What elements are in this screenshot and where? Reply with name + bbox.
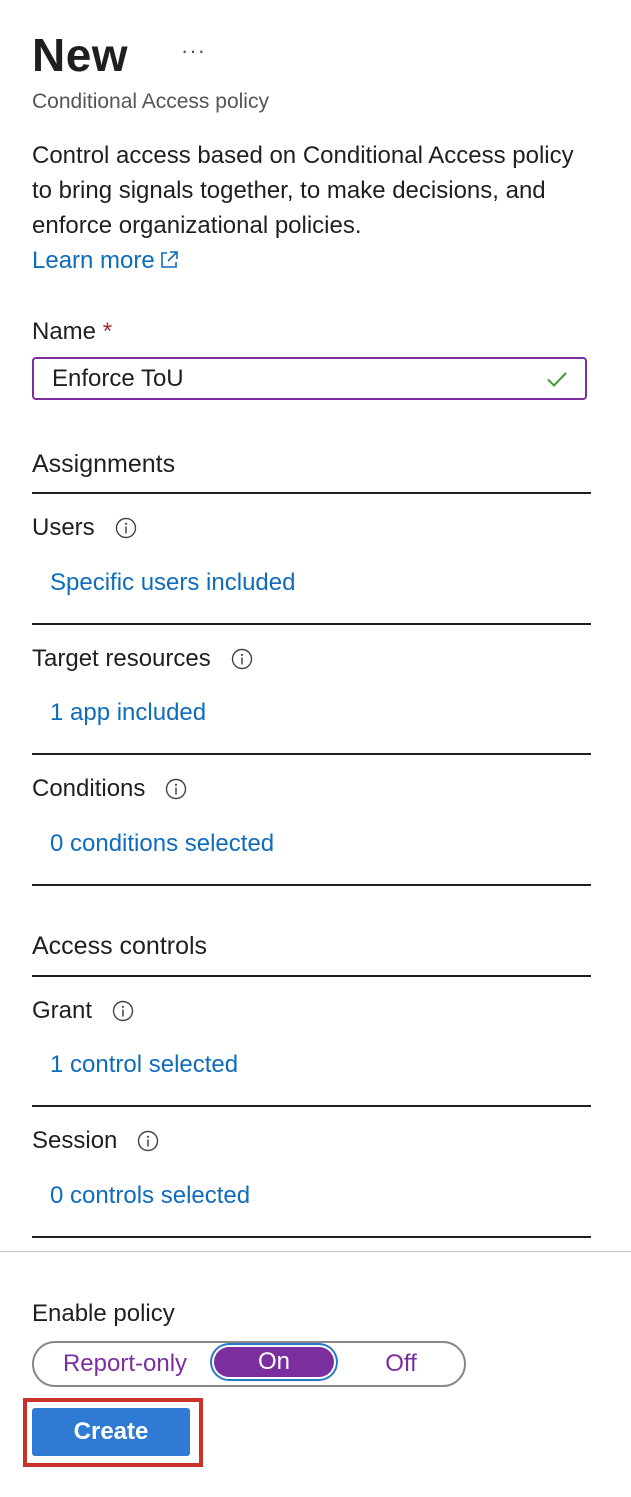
target-resources-label: Target resources — [32, 645, 253, 673]
users-label-text: Users — [32, 514, 95, 541]
option-report-only[interactable]: Report-only — [42, 1343, 208, 1385]
access-controls-divider — [32, 975, 591, 977]
option-off[interactable]: Off — [340, 1343, 462, 1385]
conditions-label: Conditions — [32, 775, 187, 803]
assignments-divider — [32, 492, 591, 494]
info-icon[interactable] — [115, 517, 137, 539]
target-resources-divider — [32, 753, 591, 755]
learn-more-link[interactable]: Learn more — [32, 247, 179, 274]
target-resources-label-text: Target resources — [32, 645, 211, 672]
grant-link[interactable]: 1 control selected — [50, 1051, 238, 1079]
info-icon[interactable] — [112, 1000, 134, 1022]
users-label: Users — [32, 514, 137, 542]
page-subtitle: Conditional Access policy — [32, 90, 269, 113]
target-resources-link[interactable]: 1 app included — [50, 699, 206, 727]
session-label-text: Session — [32, 1127, 118, 1154]
name-label: Name * — [32, 318, 112, 346]
session-divider — [32, 1236, 591, 1238]
create-button[interactable]: Create — [32, 1408, 190, 1456]
grant-label: Grant — [32, 997, 134, 1025]
option-on[interactable]: On — [214, 1347, 334, 1377]
policy-description: Control access based on Conditional Acce… — [32, 138, 592, 278]
conditions-link[interactable]: 0 conditions selected — [50, 830, 274, 858]
access-controls-heading: Access controls — [32, 932, 208, 960]
description-text: Control access based on Conditional Acce… — [32, 142, 574, 239]
learn-more-label: Learn more — [32, 247, 155, 274]
info-icon[interactable] — [231, 648, 253, 670]
assignments-heading: Assignments — [32, 450, 176, 478]
users-link[interactable]: Specific users included — [50, 569, 295, 597]
conditions-label-text: Conditions — [32, 775, 146, 802]
external-link-icon — [160, 251, 178, 268]
conditions-divider — [32, 884, 591, 886]
required-marker: * — [102, 318, 113, 345]
grant-label-text: Grant — [32, 997, 93, 1024]
info-icon[interactable] — [165, 778, 187, 800]
enable-policy-toggle: Report-only On Off — [32, 1341, 466, 1387]
session-link[interactable]: 0 controls selected — [50, 1182, 250, 1210]
footer-separator — [0, 1251, 631, 1252]
page-title: New — [32, 29, 129, 81]
name-field[interactable] — [32, 357, 587, 400]
name-label-text: Name — [32, 318, 97, 345]
info-icon[interactable] — [137, 1130, 159, 1152]
enable-policy-label: Enable policy — [32, 1300, 175, 1327]
name-input[interactable] — [50, 363, 545, 394]
users-divider — [32, 623, 591, 625]
checkmark-icon — [547, 371, 567, 387]
session-label: Session — [32, 1127, 159, 1155]
grant-divider — [32, 1105, 591, 1107]
more-options-button[interactable]: ··· — [181, 38, 206, 64]
